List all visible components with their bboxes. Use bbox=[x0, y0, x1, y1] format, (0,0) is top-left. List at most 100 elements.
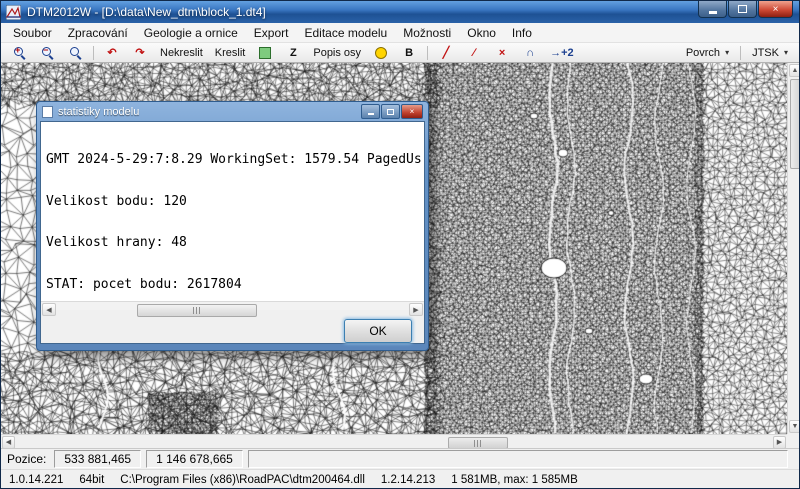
dll-version: 1.2.14.213 bbox=[381, 474, 435, 486]
scroll-left-icon: ◀ bbox=[46, 306, 51, 314]
minimize-button[interactable] bbox=[698, 1, 727, 18]
line-icon: ╱ bbox=[443, 46, 450, 59]
scroll-down-button[interactable]: ▼ bbox=[789, 420, 800, 433]
dialog-scroll-right-button[interactable]: ▶ bbox=[409, 303, 423, 316]
yellow-circle-icon bbox=[375, 47, 387, 59]
menu-editace-modelu[interactable]: Editace modelu bbox=[296, 24, 395, 42]
zoom-out-button[interactable]: − bbox=[34, 43, 60, 62]
title-bar[interactable]: DTM2012W - [D:\data\New_dtm\block_1.dt4]… bbox=[1, 1, 799, 23]
menu-info[interactable]: Info bbox=[504, 24, 540, 42]
window-controls: × bbox=[697, 1, 793, 18]
zoom-in-icon: + bbox=[13, 46, 26, 59]
z-button[interactable]: Z bbox=[280, 43, 306, 62]
scroll-right-button[interactable]: ▶ bbox=[773, 436, 786, 449]
dialog-horizontal-scrollbar[interactable]: ◀ ▶ bbox=[41, 301, 424, 310]
dialog-scrollbar-thumb[interactable] bbox=[137, 304, 257, 317]
redo-button[interactable]: ↷ bbox=[127, 43, 153, 62]
scroll-left-button[interactable]: ◀ bbox=[2, 436, 15, 449]
minimize-icon bbox=[368, 113, 374, 115]
dialog-minimize-button[interactable] bbox=[361, 104, 380, 119]
menu-moznosti[interactable]: Možnosti bbox=[395, 24, 459, 42]
dialog-scroll-left-button[interactable]: ◀ bbox=[42, 303, 56, 316]
dialog-close-button[interactable]: × bbox=[401, 104, 423, 119]
point-color-button[interactable] bbox=[368, 43, 394, 62]
toolbar-separator bbox=[427, 46, 428, 60]
nekreslit-button[interactable]: Nekreslit bbox=[155, 43, 208, 62]
status-bar-position: Pozice: 533 881,465 1 146 678,665 bbox=[1, 448, 799, 469]
undo-icon: ↶ bbox=[107, 46, 116, 59]
surface-dropdown[interactable]: Povrch ▾ bbox=[679, 47, 736, 59]
v-scrollbar-thumb[interactable] bbox=[790, 79, 800, 169]
surface-color-button[interactable] bbox=[252, 43, 278, 62]
stat-line: Velikost bodu: 120 bbox=[46, 195, 419, 209]
scroll-up-button[interactable]: ▲ bbox=[789, 64, 800, 77]
scrollbar-corner bbox=[787, 434, 800, 448]
jtsk-dropdown[interactable]: JTSK ▾ bbox=[745, 47, 795, 59]
menu-geologie-a-ornice[interactable]: Geologie a ornice bbox=[136, 24, 246, 42]
menu-soubor[interactable]: Soubor bbox=[5, 24, 60, 42]
menu-bar: Soubor Zpracování Geologie a ornice Expo… bbox=[1, 23, 799, 43]
dialog-title: statistiky modelu bbox=[58, 106, 139, 118]
dialog-controls: × bbox=[361, 104, 423, 119]
maximize-button[interactable] bbox=[728, 1, 757, 18]
menu-okno[interactable]: Okno bbox=[459, 24, 504, 42]
maximize-icon bbox=[387, 109, 394, 115]
add-points-button[interactable]: →+2 bbox=[545, 43, 579, 62]
dialog-maximize-button[interactable] bbox=[381, 104, 400, 119]
menu-export[interactable]: Export bbox=[246, 24, 297, 42]
scroll-right-icon: ▶ bbox=[413, 306, 418, 314]
delete-edge-button[interactable]: × bbox=[489, 43, 515, 62]
scroll-down-icon: ▼ bbox=[792, 423, 799, 430]
zoom-in-button[interactable]: + bbox=[6, 43, 32, 62]
stat-line: Velikost hrany: 48 bbox=[46, 236, 419, 250]
dialog-title-bar[interactable]: statistiky modelu × bbox=[40, 102, 425, 121]
menu-zpracovani[interactable]: Zpracování bbox=[60, 24, 136, 42]
thumb-grip-icon bbox=[193, 307, 202, 314]
snap-button[interactable]: ∩ bbox=[517, 43, 543, 62]
stat-line: STAT: pocet bodu: 2617804 bbox=[46, 278, 419, 292]
app-window: DTM2012W - [D:\data\New_dtm\block_1.dt4]… bbox=[0, 0, 800, 489]
coordinate-y-value: 1 146 678,665 bbox=[146, 450, 243, 468]
close-icon: × bbox=[410, 107, 415, 116]
green-square-icon bbox=[259, 47, 271, 59]
dll-path: C:\Program Files (x86)\RoadPAC\dtm200464… bbox=[120, 474, 365, 486]
scroll-up-icon: ▲ bbox=[792, 67, 799, 74]
stat-line: GMT 2024-5-29:7:8.29 WorkingSet: 1579.54… bbox=[46, 153, 419, 167]
close-button[interactable]: × bbox=[758, 1, 793, 18]
ok-button[interactable]: OK bbox=[344, 319, 412, 343]
scroll-right-icon: ▶ bbox=[777, 438, 782, 446]
app-icon bbox=[6, 5, 21, 20]
undo-button[interactable]: ↶ bbox=[99, 43, 125, 62]
dialog-body: GMT 2024-5-29:7:8.29 WorkingSet: 1579.54… bbox=[40, 121, 425, 344]
memory-usage: 1 581MB, max: 1 585MB bbox=[451, 474, 578, 486]
zoom-out-icon: − bbox=[41, 46, 54, 59]
polyline-icon: ∕ bbox=[473, 47, 475, 59]
scroll-left-icon: ◀ bbox=[6, 438, 11, 446]
toolbar: + − ↶ ↷ Nekreslit Kreslit Z Popis osy B … bbox=[1, 43, 799, 63]
dialog-icon bbox=[42, 106, 53, 118]
zoom-extents-button[interactable] bbox=[62, 43, 88, 62]
app-version: 1.0.14.221 bbox=[9, 474, 63, 486]
draw-line-button[interactable]: ╱ bbox=[433, 43, 459, 62]
thumb-grip-icon bbox=[474, 440, 483, 447]
delete-cross-icon: × bbox=[499, 47, 505, 59]
statistics-dialog: statistiky modelu × GMT 2024-5-29:7:8.29… bbox=[36, 101, 429, 351]
redo-icon: ↷ bbox=[135, 46, 144, 59]
b-button[interactable]: B bbox=[396, 43, 422, 62]
toolbar-right-group: Povrch ▾ JTSK ▾ bbox=[679, 46, 795, 60]
window-title: DTM2012W - [D:\data\New_dtm\block_1.dt4] bbox=[27, 5, 266, 19]
chevron-down-icon: ▾ bbox=[725, 48, 729, 57]
toolbar-separator bbox=[93, 46, 94, 60]
status-bar-info: 1.0.14.221 64bit C:\Program Files (x86)\… bbox=[1, 469, 799, 489]
popis-osy-button[interactable]: Popis osy bbox=[308, 43, 366, 62]
zoom-extents-icon bbox=[69, 46, 82, 59]
toolbar-separator bbox=[740, 46, 741, 60]
kreslit-button[interactable]: Kreslit bbox=[210, 43, 251, 62]
draw-polyline-button[interactable]: ∕ bbox=[461, 43, 487, 62]
horizontal-scrollbar[interactable]: ◀ ▶ bbox=[1, 434, 787, 448]
minimize-icon bbox=[709, 11, 717, 14]
coordinate-x-value: 533 881,465 bbox=[54, 450, 141, 468]
vertical-scrollbar[interactable]: ▲ ▼ bbox=[787, 63, 800, 434]
status-empty-panel bbox=[248, 450, 788, 468]
statistics-text: GMT 2024-5-29:7:8.29 WorkingSet: 1579.54… bbox=[41, 122, 424, 301]
